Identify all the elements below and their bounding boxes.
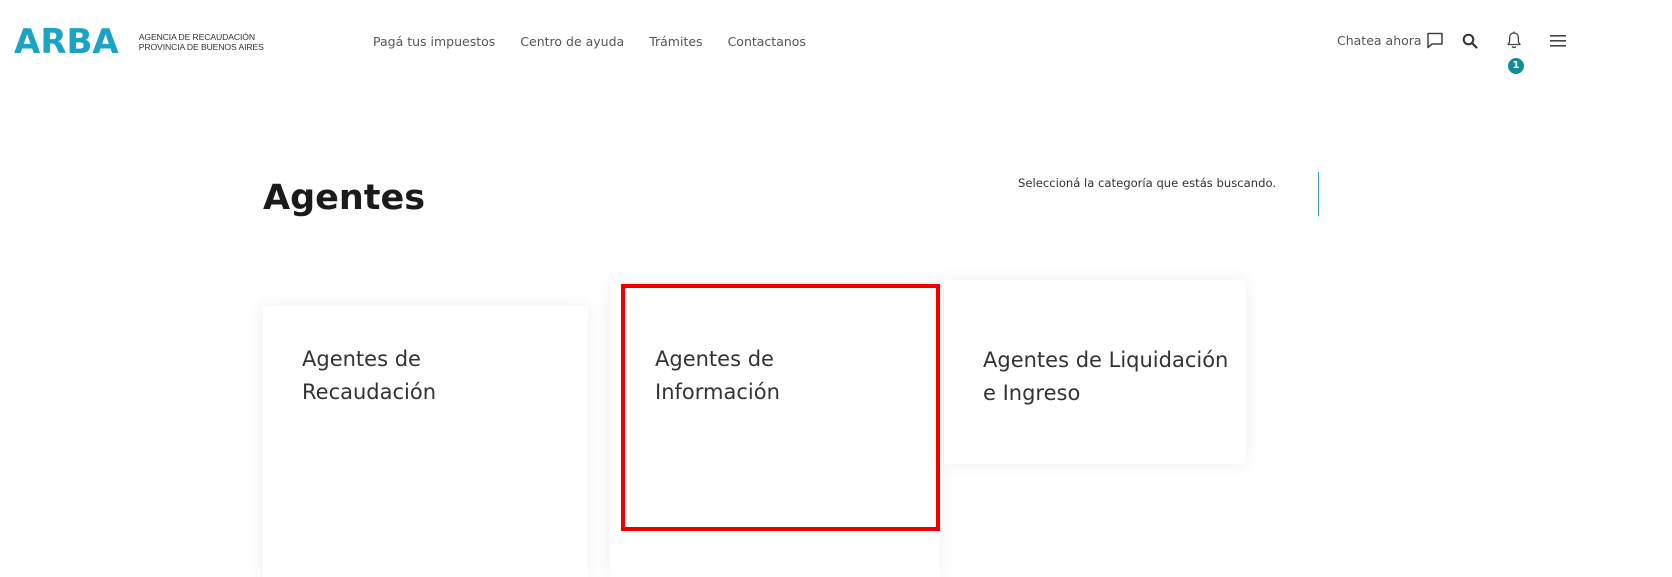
card-label-line1: Agentes de — [655, 347, 774, 371]
card-agentes-de-recaudacion[interactable]: Agentes de Recaudación — [263, 306, 588, 577]
notifications-button[interactable] — [1506, 31, 1522, 56]
chat-button[interactable]: Chatea ahora — [1337, 32, 1444, 49]
hamburger-menu-icon — [1550, 35, 1566, 47]
logo-subtitle: AGENCIA DE RECAUDACIÓN PROVINCIA DE BUEN… — [139, 32, 264, 52]
page-title: Agentes — [263, 178, 426, 218]
chat-icon — [1426, 32, 1443, 49]
menu-button[interactable] — [1550, 34, 1566, 53]
card-label-line2: Recaudación — [302, 380, 437, 404]
card-label-line2: e Ingreso — [983, 381, 1081, 405]
card-label-line2: Información — [655, 380, 780, 404]
card-label: Agentes de Liquidación e Ingreso — [983, 344, 1243, 410]
bell-icon — [1507, 31, 1521, 49]
card-label-line1: Agentes de Liquidación — [983, 348, 1229, 372]
nav-item-centro-de-ayuda[interactable]: Centro de ayuda — [520, 34, 624, 49]
search-button[interactable] — [1462, 33, 1478, 54]
logo-text: ARBA — [14, 22, 119, 62]
chat-label: Chatea ahora — [1337, 33, 1422, 48]
card-label: Agentes de Información — [655, 343, 915, 409]
notification-badge: 1 — [1508, 58, 1524, 74]
card-agentes-de-informacion[interactable]: Agentes de Información — [610, 284, 940, 577]
card-label-line1: Agentes de — [302, 347, 421, 371]
nav-item-paga-tus-impuestos[interactable]: Pagá tus impuestos — [373, 34, 495, 49]
search-icon — [1462, 33, 1478, 49]
card-agentes-de-liquidacion-e-ingreso[interactable]: Agentes de Liquidación e Ingreso — [944, 280, 1246, 464]
page: ARBA AGENCIA DE RECAUDACIÓN PROVINCIA DE… — [0, 0, 1672, 577]
nav-item-contactanos[interactable]: Contactanos — [728, 34, 806, 49]
nav-item-tramites[interactable]: Trámites — [649, 34, 702, 49]
logo-subtitle-line2: PROVINCIA DE BUENOS AIRES — [138, 42, 264, 52]
arba-logo[interactable]: ARBA AGENCIA DE RECAUDACIÓN PROVINCIA DE… — [14, 20, 264, 64]
main-nav: Pagá tus impuestos Centro de ayuda Trámi… — [373, 34, 831, 49]
subtitle-divider — [1318, 172, 1319, 216]
logo-subtitle-line1: AGENCIA DE RECAUDACIÓN — [138, 32, 255, 42]
page-subtitle: Seleccioná la categoría que estás buscan… — [1018, 176, 1277, 190]
card-label: Agentes de Recaudación — [302, 343, 562, 409]
